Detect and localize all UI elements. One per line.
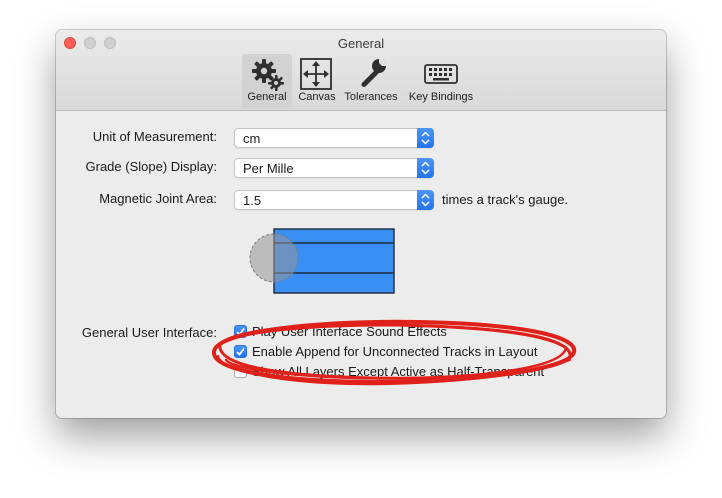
sound-effects-label: Play User Interface Sound Effects [252, 324, 447, 339]
grade-popup[interactable]: Per Mille [234, 158, 434, 178]
window-title: General [337, 36, 385, 51]
tab-key-bindings-label: Key Bindings [408, 91, 474, 103]
magnetic-suffix: times a track's gauge. [442, 192, 569, 207]
append-unconnected-checkbox[interactable] [234, 345, 247, 358]
titlebar: General General Canvas Tolerances Key Bi… [56, 30, 666, 111]
magnetic-label: Magnetic Joint Area: [99, 191, 217, 206]
chevron-up-down-icon [417, 158, 434, 178]
magnetic-combo[interactable]: 1.5 [234, 190, 434, 210]
tab-general-label: General [247, 91, 287, 103]
tab-canvas-label: Canvas [298, 91, 336, 103]
chevron-up-down-icon [417, 128, 434, 148]
magnetic-area-preview [248, 227, 398, 302]
unit-label: Unit of Measurement: [92, 129, 217, 144]
grade-popup-value: Per Mille [243, 161, 294, 176]
tab-tolerances[interactable]: Tolerances [340, 54, 402, 108]
general-pane: Unit of Measurement: cm Grade (Slope) Di… [56, 111, 666, 418]
preferences-window: General General Canvas Tolerances Key Bi… [56, 30, 666, 418]
unit-popup-value: cm [243, 131, 261, 146]
grade-label: Grade (Slope) Display: [85, 159, 218, 174]
general-ui-label: General User Interface: [81, 325, 217, 340]
sound-effects-checkbox[interactable] [234, 325, 247, 338]
tab-key-bindings[interactable]: Key Bindings [404, 54, 478, 108]
unit-popup[interactable]: cm [234, 128, 434, 148]
chevron-up-down-icon [417, 190, 434, 210]
half-transparent-checkbox[interactable] [234, 365, 247, 378]
append-unconnected-label: Enable Append for Unconnected Tracks in … [252, 344, 538, 359]
magnetic-combo-value: 1.5 [243, 193, 262, 208]
tab-canvas[interactable]: Canvas [294, 54, 340, 108]
tab-tolerances-label: Tolerances [344, 91, 398, 103]
tab-general[interactable]: General [242, 54, 292, 108]
half-transparent-label: Show All Layers Except Active as Half-Tr… [252, 364, 545, 379]
